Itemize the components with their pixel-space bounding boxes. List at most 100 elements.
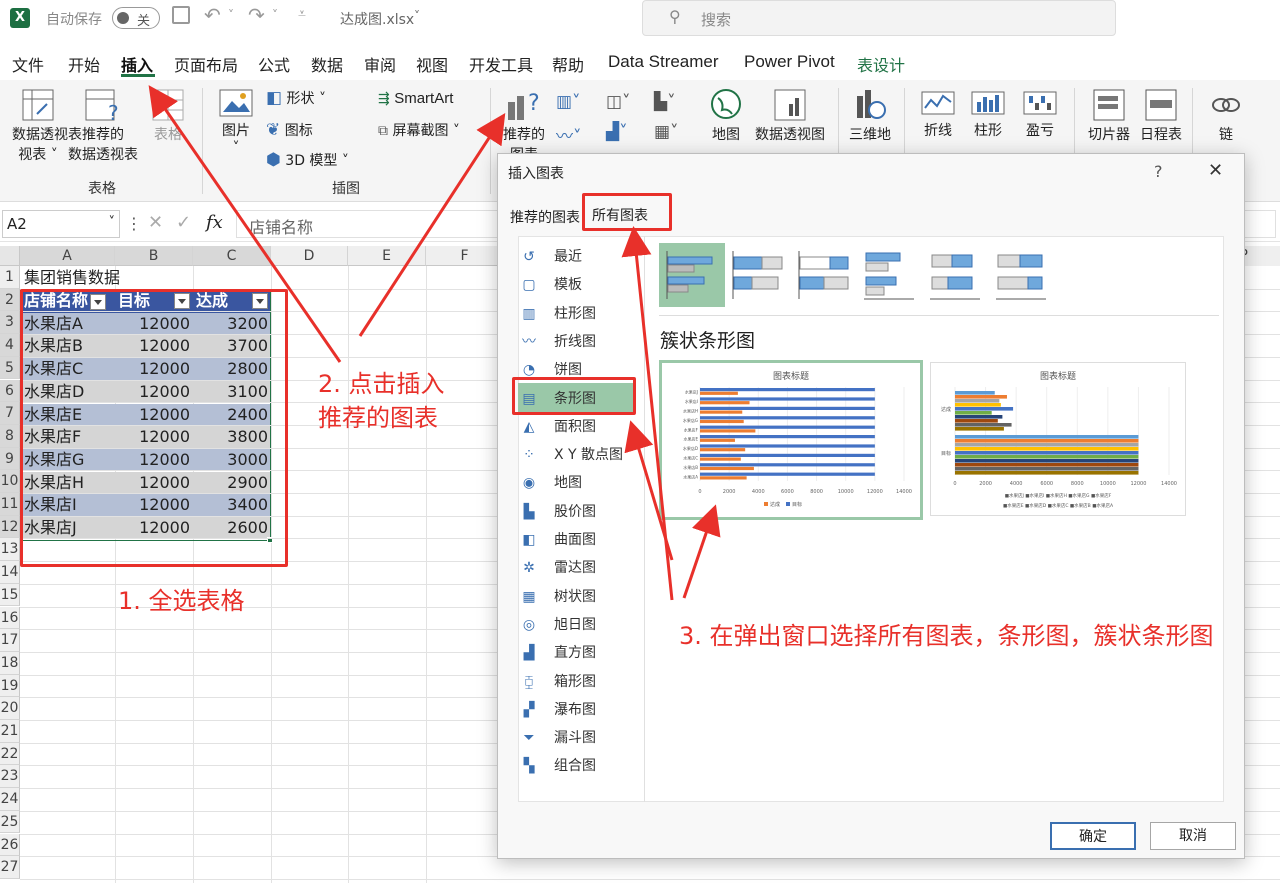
chart-type-item[interactable]: ◭ 面积图 xyxy=(518,416,596,436)
3d-models-button[interactable]: ⬢ 3D 模型 ˅ xyxy=(266,150,349,170)
icons-button[interactable]: ❦ 图标 xyxy=(266,120,313,140)
row-header[interactable]: 10 xyxy=(0,470,20,493)
chart-type-item[interactable]: ✲ 雷达图 xyxy=(518,557,596,577)
enter-formula-icon[interactable]: ✓ xyxy=(176,212,191,233)
line-chart-icon[interactable]: 〰˅ xyxy=(556,122,582,147)
row-header[interactable]: 22 xyxy=(0,742,20,766)
chart-type-item[interactable]: ▞ 瀑布图 xyxy=(518,699,596,719)
row-header[interactable]: 14 xyxy=(0,561,20,584)
chart-type-item[interactable]: ⁘ X Y 散点图 xyxy=(518,444,623,464)
tab-formulas[interactable]: 公式 xyxy=(258,52,290,76)
chart-type-item[interactable]: ▦ 树状图 xyxy=(518,586,596,606)
chart-preview-1[interactable]: 图表标题 0 2000 4000 6000 8000 10000 12000 14000 水果店J… xyxy=(659,360,923,520)
map-button[interactable]: 地图 xyxy=(706,88,746,144)
chart-type-item[interactable]: ▙ 股价图 xyxy=(518,501,596,521)
filename[interactable]: 达成图.xlsx xyxy=(340,9,414,29)
slicer-button[interactable]: 切片器 xyxy=(1084,88,1134,144)
row-header[interactable]: 26 xyxy=(0,833,20,857)
3d-map-button[interactable]: 三维地 xyxy=(848,88,892,144)
pivot-table-button[interactable]: 数据透视表 视表 ˅ xyxy=(12,88,82,164)
pivot-chart-button[interactable]: 数据透视图 xyxy=(752,88,828,144)
autosave-toggle[interactable]: 关 xyxy=(112,7,160,29)
column-chart-icon[interactable]: ▥˅ xyxy=(556,92,581,112)
row-header[interactable]: 17 xyxy=(0,629,20,652)
tab-help[interactable]: 帮助 xyxy=(552,52,584,76)
tab-view[interactable]: 视图 xyxy=(416,52,448,76)
tab-page-layout[interactable]: 页面布局 xyxy=(174,52,238,76)
more-options-icon[interactable]: ⋮ xyxy=(126,214,142,233)
chart-type-item[interactable]: ◉ 地图 xyxy=(518,472,582,492)
column-header[interactable]: F xyxy=(426,246,504,266)
chart-type-item[interactable]: ⧮ 箱形图 xyxy=(518,671,596,691)
sheet-title-cell[interactable]: 集团销售数据 xyxy=(24,267,120,290)
row-header[interactable]: 3 xyxy=(0,311,20,335)
waterfall-chart-icon[interactable]: ▙˅ xyxy=(654,92,676,112)
chart-type-item[interactable]: ▢ 模板 xyxy=(518,274,582,294)
row-header[interactable]: 27 xyxy=(0,856,20,879)
screenshot-button[interactable]: ⧉ 屏幕截图 ˅ xyxy=(378,120,460,140)
row-header[interactable]: 12 xyxy=(0,515,20,539)
row-header[interactable]: 1 xyxy=(0,266,20,289)
link-button[interactable]: 链 xyxy=(1206,88,1246,144)
row-header[interactable]: 11 xyxy=(0,493,20,516)
shapes-button[interactable]: ◧ 形状 ˅ xyxy=(266,88,326,108)
insert-function-icon[interactable]: fx xyxy=(206,212,223,233)
tab-file[interactable]: 文件 xyxy=(12,52,44,76)
sparkline-column-button[interactable]: 柱形 xyxy=(968,88,1008,140)
dialog-close-button[interactable]: ✕ xyxy=(1208,160,1223,181)
hierarchy-chart-icon[interactable]: ◫˅ xyxy=(606,92,631,112)
sparkline-winloss-button[interactable]: 盈亏 xyxy=(1020,88,1060,140)
tab-data-streamer[interactable]: Data Streamer xyxy=(608,52,719,72)
smartart-button[interactable]: ⇶ SmartArt xyxy=(378,90,453,107)
row-header[interactable]: 19 xyxy=(0,674,20,698)
combo-chart-icon[interactable]: ▦˅ xyxy=(654,122,679,142)
row-header[interactable]: 18 xyxy=(0,651,20,675)
picture-button[interactable]: 图片 ˅ xyxy=(216,88,256,156)
tab-developer[interactable]: 开发工具 xyxy=(469,52,533,76)
stat-chart-icon[interactable]: ▟˅ xyxy=(606,122,628,142)
filename-chevron-icon[interactable]: ˅ xyxy=(414,9,420,23)
undo-icon[interactable]: ↶ xyxy=(204,3,221,27)
row-header[interactable]: 5 xyxy=(0,356,20,380)
row-header[interactable]: 7 xyxy=(0,402,20,425)
row-header[interactable]: 13 xyxy=(0,538,20,562)
subtype-stacked-bar[interactable] xyxy=(729,243,789,307)
column-header[interactable]: D xyxy=(271,246,348,266)
ok-button[interactable]: 确定 xyxy=(1050,822,1136,850)
tab-table-design[interactable]: 表设计 xyxy=(857,52,905,76)
row-header[interactable]: 20 xyxy=(0,697,20,720)
subtype-3d-100-stacked-bar[interactable] xyxy=(992,243,1052,307)
tab-home[interactable]: 开始 xyxy=(68,52,100,76)
select-all-corner[interactable] xyxy=(0,246,20,266)
row-header[interactable]: 6 xyxy=(0,379,20,403)
cancel-button[interactable]: 取消 xyxy=(1150,822,1236,850)
row-header[interactable]: 8 xyxy=(0,424,20,448)
undo-dropdown-icon[interactable]: ˅ xyxy=(228,8,234,22)
row-header[interactable]: 24 xyxy=(0,788,20,811)
chart-type-item[interactable]: ▚ 组合图 xyxy=(518,755,596,775)
chart-type-item[interactable]: ▥ 柱形图 xyxy=(518,303,596,323)
subtype-3d-stacked-bar[interactable] xyxy=(926,243,986,307)
column-header[interactable]: B xyxy=(115,246,193,266)
customize-qat-icon[interactable]: ⩡ xyxy=(298,6,306,22)
chart-type-item[interactable]: 〰 折线图 xyxy=(518,331,596,351)
row-header[interactable]: 15 xyxy=(0,583,20,607)
row-header[interactable]: 21 xyxy=(0,720,20,743)
row-header[interactable]: 16 xyxy=(0,606,20,630)
row-header[interactable]: 9 xyxy=(0,447,20,471)
tab-insert[interactable]: 插入 xyxy=(121,52,153,76)
tab-power-pivot[interactable]: Power Pivot xyxy=(744,52,835,72)
dialog-help-button[interactable]: ? xyxy=(1154,162,1163,181)
redo-dropdown-icon[interactable]: ˅ xyxy=(272,8,278,22)
subtype-100-stacked-bar[interactable] xyxy=(795,243,855,307)
row-header[interactable]: 4 xyxy=(0,334,20,357)
chart-type-item[interactable]: ⏷ 漏斗图 xyxy=(518,727,596,747)
redo-icon[interactable]: ↷ xyxy=(248,3,265,27)
column-header[interactable]: C xyxy=(193,246,271,266)
column-header[interactable]: A xyxy=(20,246,115,266)
subtype-3d-clustered-bar[interactable] xyxy=(860,243,920,307)
chart-preview-2[interactable]: 图表标题 0 2000 4000 6000 8000 10000 12000 14000 达成 目标… xyxy=(930,362,1186,516)
tab-data[interactable]: 数据 xyxy=(311,52,343,76)
sparkline-line-button[interactable]: 折线 xyxy=(918,88,958,140)
chart-type-item[interactable]: ◧ 曲面图 xyxy=(518,529,596,549)
